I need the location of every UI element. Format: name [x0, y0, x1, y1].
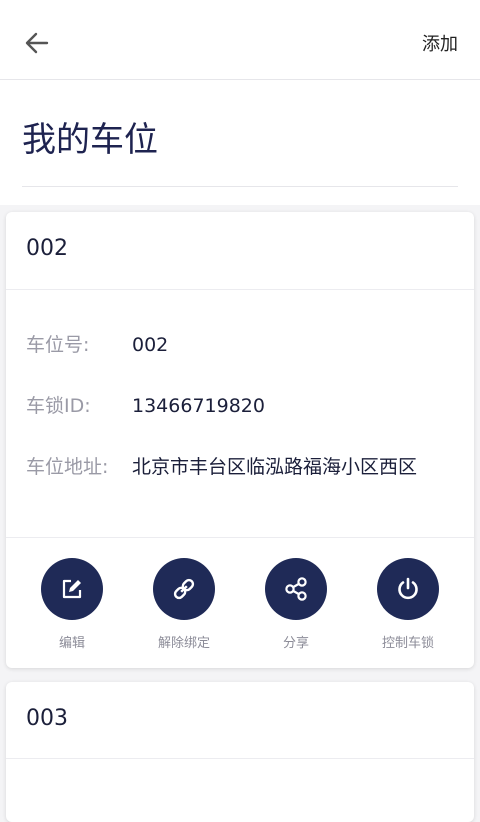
- unbind-label: 解除绑定: [157, 636, 210, 651]
- page-header: 我的车位: [0, 80, 480, 205]
- card-title: 002: [26, 236, 68, 261]
- field-label: 车锁ID:: [26, 395, 91, 417]
- field-label: 车位地址:: [26, 456, 109, 478]
- field-value: 13466719820: [132, 395, 265, 417]
- parking-card: 003: [6, 682, 474, 822]
- edit-icon: [62, 579, 82, 599]
- card-divider: [6, 289, 474, 290]
- lock-control-button-circle[interactable]: [377, 558, 439, 620]
- unbind-button-circle[interactable]: [153, 558, 215, 620]
- arrow-left-icon: [25, 32, 49, 54]
- share-button[interactable]: 分享: [251, 558, 341, 651]
- share-button-circle[interactable]: [265, 558, 327, 620]
- link-icon: [173, 578, 195, 600]
- card-divider: [6, 537, 474, 538]
- lock-control-button[interactable]: 控制车锁: [363, 558, 453, 651]
- field-label: 车位号:: [26, 334, 90, 356]
- field-row-lock-id: 车锁ID: 13466719820: [26, 391, 265, 418]
- field-value: 002: [132, 334, 169, 356]
- field-value: 北京市丰台区临泓路福海小区西区: [132, 456, 418, 478]
- add-button[interactable]: 添加: [422, 30, 458, 56]
- field-row-space-no: 车位号: 002: [26, 330, 168, 357]
- share-icon: [285, 577, 307, 601]
- edit-label: 编辑: [58, 636, 85, 651]
- power-icon: [398, 577, 418, 600]
- page-title: 我的车位: [22, 120, 158, 160]
- header-divider: [22, 186, 458, 187]
- lock-control-label: 控制车锁: [381, 636, 434, 651]
- edit-button[interactable]: 编辑: [27, 558, 117, 651]
- card-title: 003: [26, 706, 68, 731]
- card-actions: 编辑 解除绑定 分享 控制车锁: [6, 558, 474, 658]
- unbind-button[interactable]: 解除绑定: [139, 558, 229, 651]
- share-label: 分享: [282, 636, 309, 651]
- edit-button-circle[interactable]: [41, 558, 103, 620]
- card-divider: [6, 758, 474, 759]
- parking-card: 002 车位号: 002 车锁ID: 13466719820 车位地址: 北京市丰台区…: [6, 212, 474, 668]
- back-button[interactable]: [22, 28, 52, 58]
- app-bar: 添加: [0, 0, 480, 80]
- field-row-address: 车位地址: 北京市丰台区临泓路福海小区西区: [26, 452, 417, 479]
